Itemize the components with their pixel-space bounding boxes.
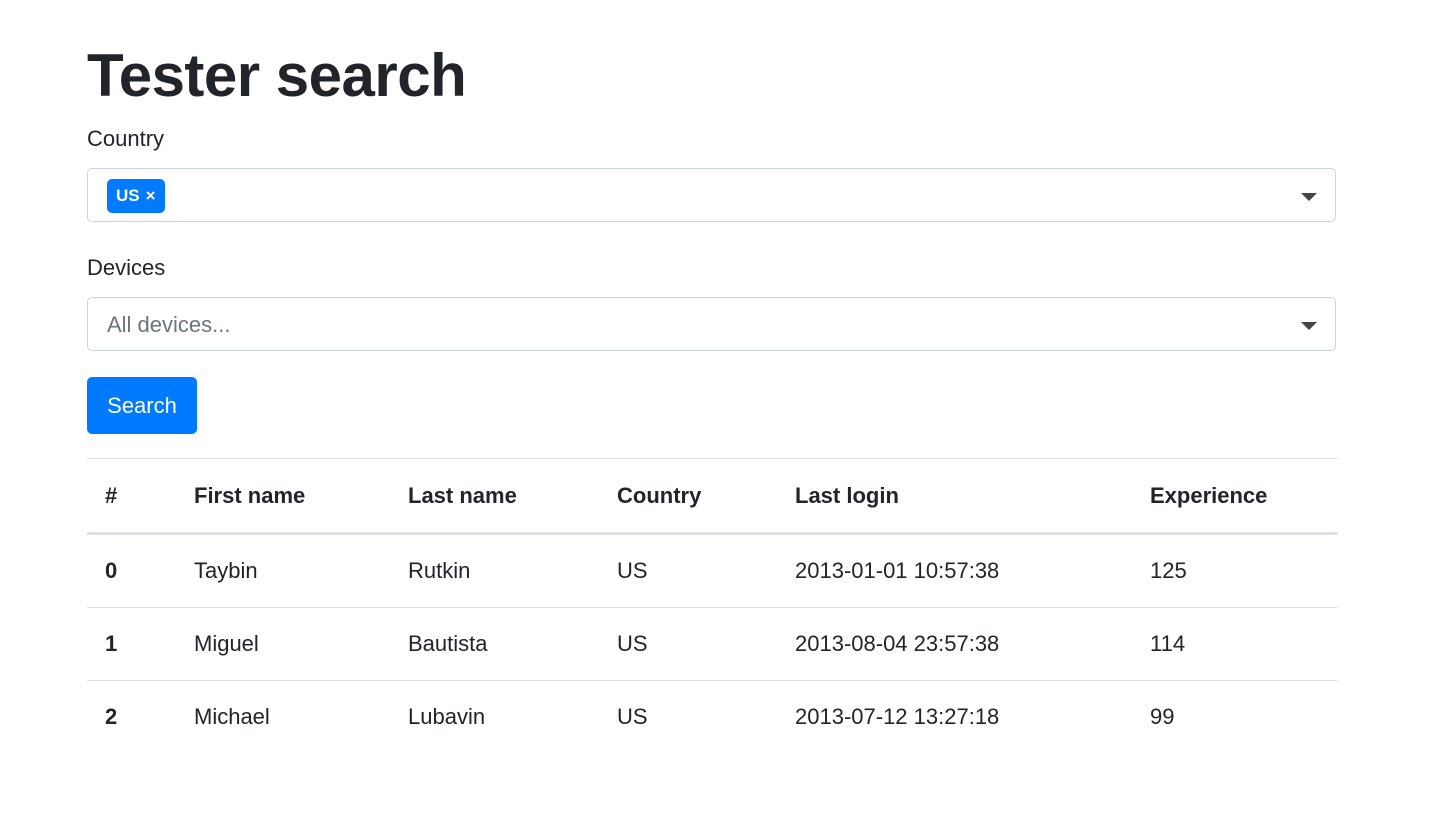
table-row: 0 Taybin Rutkin US 2013-01-01 10:57:38 1… (87, 534, 1338, 608)
cell-experience: 125 (1150, 558, 1187, 583)
cell-country: US (617, 558, 648, 583)
country-tag-label: US (116, 186, 140, 205)
cell-experience: 99 (1132, 680, 1338, 753)
header-first-name: First name (176, 458, 390, 535)
chevron-down-icon[interactable] (1301, 193, 1317, 201)
results-table: # First name Last name Country Last logi… (87, 458, 1338, 753)
header-index: # (87, 458, 176, 535)
country-select[interactable]: US × (87, 168, 1336, 222)
cell-last-login: 2013-07-12 13:27:18 (777, 680, 1132, 753)
cell-last-name: Bautista (390, 607, 599, 681)
table-header-row: # First name Last name Country Last logi… (87, 458, 1338, 535)
cell-country: US (599, 607, 777, 681)
cell-last-login: 2013-01-01 10:57:38 (795, 558, 1000, 583)
cell-first-name: Michael (176, 680, 390, 753)
close-icon[interactable]: × (146, 180, 156, 212)
country-label: Country (87, 126, 165, 151)
devices-placeholder: All devices... (107, 312, 231, 337)
header-experience: Experience (1132, 458, 1338, 535)
chevron-down-icon[interactable] (1301, 322, 1317, 330)
cell-index: 2 (87, 680, 176, 753)
cell-last-name: Lubavin (390, 680, 599, 753)
header-last-login: Last login (777, 458, 1132, 535)
cell-first-name: Taybin (194, 558, 258, 583)
page-title: Tester search (87, 42, 467, 109)
table-row: 1 Miguel Bautista US 2013-08-04 23:57:38… (87, 607, 1338, 681)
cell-last-login: 2013-08-04 23:57:38 (777, 607, 1132, 681)
cell-index: 1 (87, 607, 176, 681)
search-button[interactable]: Search (87, 377, 197, 434)
header-country: Country (599, 458, 777, 535)
cell-country: US (599, 680, 777, 753)
devices-label: Devices (87, 255, 166, 280)
devices-select[interactable]: All devices... (87, 297, 1336, 351)
cell-last-name: Rutkin (408, 558, 471, 583)
country-tag-us: US × (107, 179, 165, 213)
cell-experience: 114 (1132, 607, 1338, 681)
cell-first-name: Miguel (176, 607, 390, 681)
table-row: 2 Michael Lubavin US 2013-07-12 13:27:18… (87, 680, 1338, 753)
cell-index: 0 (105, 558, 118, 583)
header-last-name: Last name (390, 458, 599, 535)
